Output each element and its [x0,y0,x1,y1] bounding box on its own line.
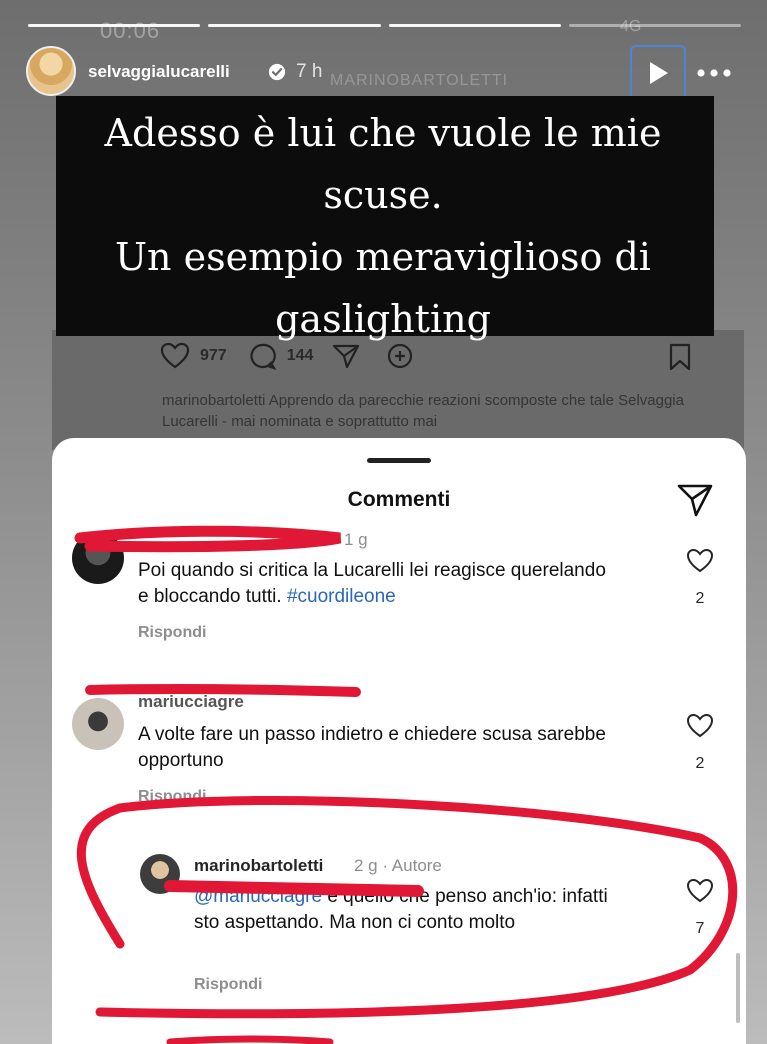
background-post-text: marinobartoletti Apprendo da parecchie r… [162,392,684,430]
comment-like-count: 7 [695,920,705,937]
more-options-button[interactable] [694,58,734,88]
progress-segment [568,24,741,27]
comment-time: 1 g [344,530,368,549]
comment-avatar[interactable] [140,854,180,894]
play-icon [650,62,668,84]
heart-icon[interactable] [686,548,714,574]
comment-username[interactable]: mariucciagre [138,692,244,712]
comment-text: A volte fare un passo indietro e chieder… [138,724,606,771]
caption-line: scuse. [323,173,443,217]
sheet-drag-handle[interactable] [367,458,431,463]
caption-line: Adesso è lui che vuole le mie [104,111,662,155]
sheet-title: Commenti [347,488,451,511]
heart-icon[interactable] [686,713,714,739]
send-icon[interactable] [676,482,714,518]
progress-segment [388,24,561,27]
scrollbar[interactable] [736,953,740,1023]
caption-line: Un esempio meraviglioso di [115,235,651,279]
comment-text: @mariucciagre è quello che penso anch'io… [194,884,634,936]
network-indicator: 4G [620,18,642,35]
verified-badge-icon [268,63,286,81]
comment-username[interactable]: marinobartoletti [194,856,323,876]
status-time: 00:06 [100,18,161,43]
comment-like-count: 2 [695,755,705,772]
comment-mention[interactable]: @mariucciagre [194,886,322,907]
comment-avatar[interactable] [72,532,124,584]
background-account-name: MARINOBARTOLETTI [330,72,509,89]
story-progress-bar [28,24,741,27]
play-button[interactable] [630,45,686,101]
comment-text: Poi quando si critica la Lucarelli lei r… [138,558,608,610]
comment-like-count: 2 [695,590,705,607]
comment-time: 2 g · Autore [354,856,442,875]
reply-button[interactable]: Rispondi [194,976,262,994]
story-caption: Adesso è lui che vuole le mie scuse. Un … [40,102,726,350]
progress-segment [28,24,201,27]
story-avatar[interactable] [26,46,76,96]
reply-button[interactable]: Rispondi [138,624,206,642]
caption-line: gaslighting [275,297,491,341]
reply-button[interactable]: Rispondi [138,788,206,806]
comments-sheet: Commenti 1 g Poi quando si critica la Lu… [52,438,746,1044]
progress-segment [208,24,381,27]
story-timestamp: 7 h [296,61,323,82]
story-username[interactable]: selvaggialucarelli [88,62,230,82]
comment-hashtag[interactable]: #cuordileone [287,586,396,607]
comment-avatar[interactable] [72,698,124,750]
more-icon [697,69,731,77]
heart-icon[interactable] [686,878,714,904]
